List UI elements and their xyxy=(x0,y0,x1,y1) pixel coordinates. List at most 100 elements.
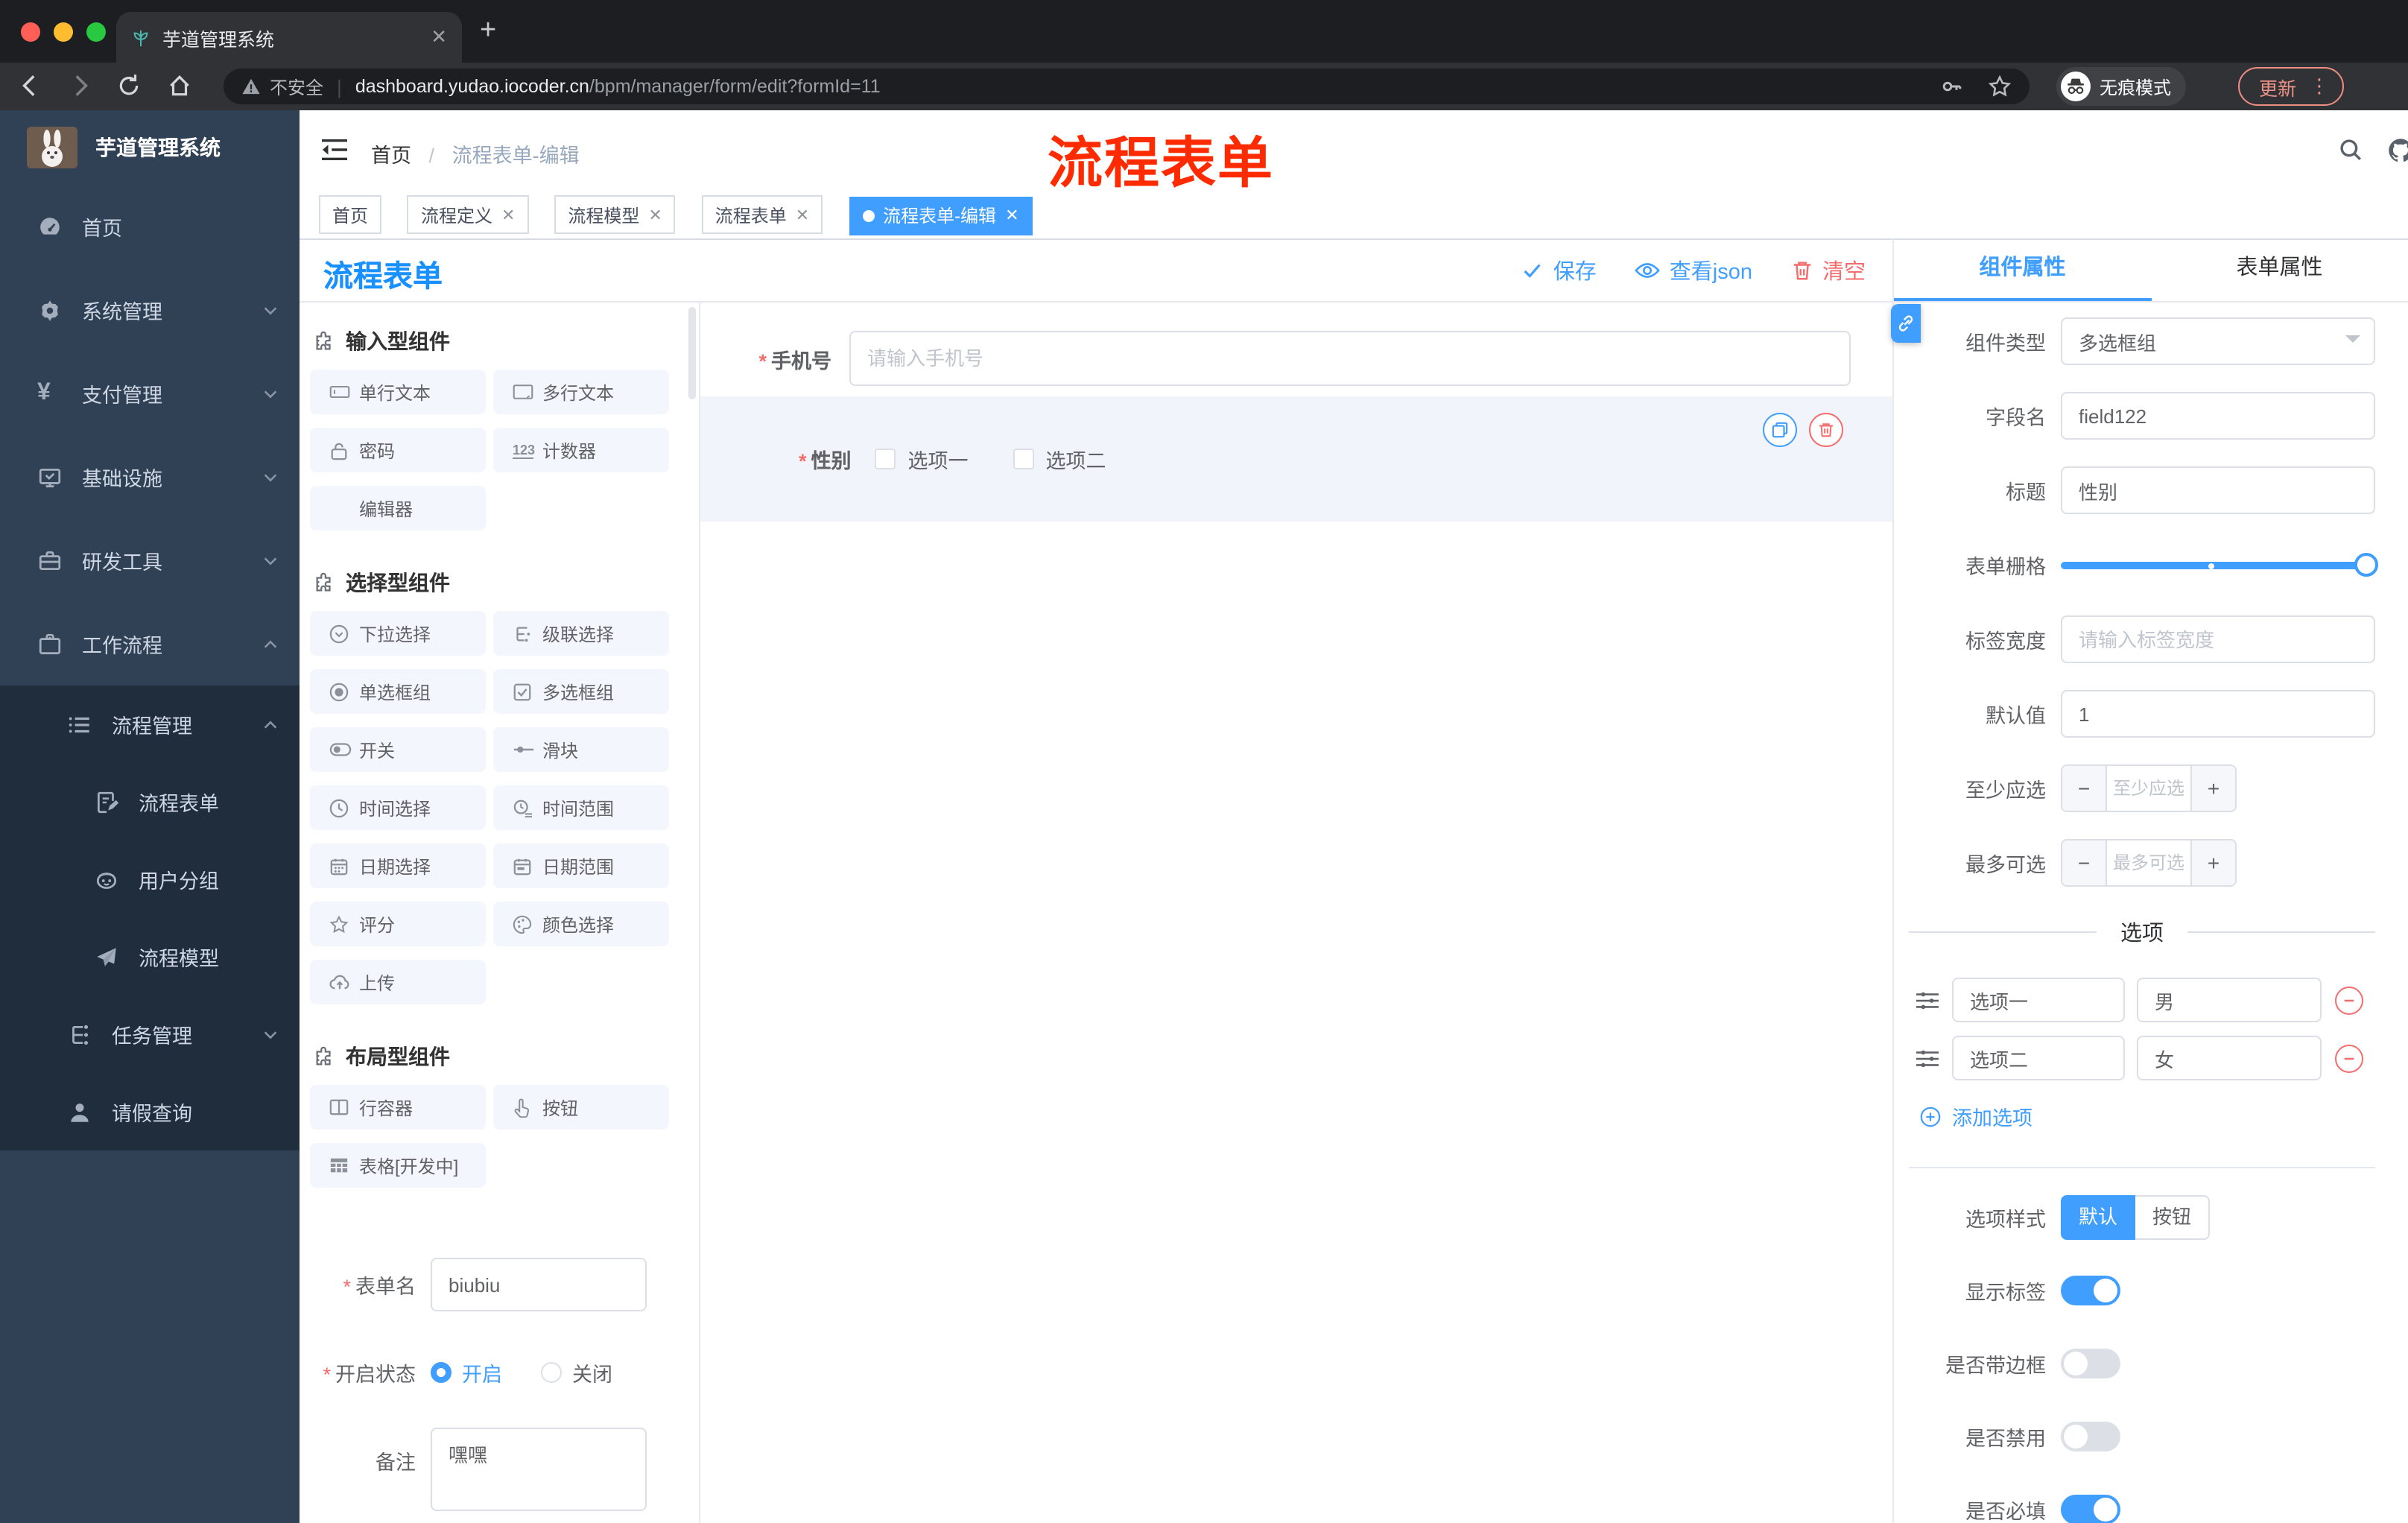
sidebar-item-process-mgmt[interactable]: 流程管理 xyxy=(0,685,300,763)
add-option-button[interactable]: 添加选项 xyxy=(1919,1101,2408,1131)
home-icon[interactable] xyxy=(167,73,192,98)
sidebar-item-workflow[interactable]: 工作流程 xyxy=(0,602,300,685)
option-label-input[interactable] xyxy=(1952,1036,2125,1080)
status-radio-on[interactable]: 开启 xyxy=(431,1358,502,1387)
palette-item-slider[interactable]: 滑块 xyxy=(493,727,669,772)
component-type-value[interactable] xyxy=(2061,317,2375,365)
gender-option-2[interactable]: 选项二 xyxy=(1013,444,1106,474)
required-toggle[interactable] xyxy=(2061,1495,2120,1523)
browser-tab[interactable]: 芋道管理系统 ✕ xyxy=(116,12,462,63)
palette-item-text-input[interactable]: 单行文本 xyxy=(310,370,486,414)
sidebar-item-system[interactable]: 系统管理 xyxy=(0,268,300,352)
minimize-window-button[interactable] xyxy=(54,22,73,42)
increment-button[interactable]: + xyxy=(2190,766,2235,811)
sidebar-item-home[interactable]: 首页 xyxy=(0,185,300,268)
palette-item-textarea[interactable]: 多行文本 xyxy=(493,370,669,414)
palette-item-date-picker[interactable]: 日期选择 xyxy=(310,843,486,888)
default-value-input[interactable] xyxy=(2061,690,2375,738)
sidebar-item-infra[interactable]: 基础设施 xyxy=(0,435,300,519)
palette-item-color-picker[interactable]: 颜色选择 xyxy=(493,902,669,946)
remove-option-button[interactable] xyxy=(2335,1044,2363,1072)
tab-close-icon[interactable]: ✕ xyxy=(796,205,809,224)
update-button[interactable]: 更新 ⋮ xyxy=(2238,67,2345,106)
collapse-sidebar-icon[interactable] xyxy=(320,137,349,162)
title-input[interactable] xyxy=(2061,466,2375,514)
delete-component-button[interactable] xyxy=(1809,413,1843,447)
palette-item-password[interactable]: 密码 xyxy=(310,428,486,472)
status-radio-off[interactable]: 关闭 xyxy=(541,1358,612,1387)
sidebar-item-user-group[interactable]: 用户分组 xyxy=(0,840,300,918)
maximize-window-button[interactable] xyxy=(86,22,106,42)
password-key-icon[interactable] xyxy=(1940,75,1964,98)
palette-item-checkbox-group[interactable]: 多选框组 xyxy=(493,669,669,714)
sidebar-item-process-model[interactable]: 流程模型 xyxy=(0,918,300,995)
browser-menu-icon[interactable]: ⋮ xyxy=(2310,75,2329,98)
page-tab-process-form[interactable]: 流程表单 ✕ xyxy=(701,195,823,234)
sidebar-item-process-form[interactable]: 流程表单 xyxy=(0,763,300,840)
palette-item-rate[interactable]: 评分 xyxy=(310,902,486,946)
palette-item-time-picker[interactable]: 时间选择 xyxy=(310,785,486,830)
sidebar-logo[interactable]: 芋道管理系统 xyxy=(0,110,300,185)
sidebar-item-leave-query[interactable]: 请假查询 xyxy=(0,1073,300,1150)
sidebar-item-devtools[interactable]: 研发工具 xyxy=(0,519,300,602)
tab-close-icon[interactable]: ✕ xyxy=(648,205,662,224)
remove-option-button[interactable] xyxy=(2335,986,2363,1014)
form-remark-textarea[interactable]: 嘿嘿 xyxy=(431,1428,647,1511)
style-button-button[interactable]: 按钮 xyxy=(2135,1195,2210,1240)
address-bar[interactable]: 不安全 | dashboard.yudao.iocoder.cn/bpm/man… xyxy=(224,69,2030,104)
drag-handle-icon[interactable] xyxy=(1915,989,1942,1011)
palette-item-counter[interactable]: 123 计数器 xyxy=(493,428,669,472)
page-tab-process-model[interactable]: 流程模型 ✕ xyxy=(554,195,676,234)
view-json-button[interactable]: 查看json xyxy=(1635,255,1752,286)
palette-item-time-range[interactable]: 时间范围 xyxy=(493,785,669,830)
field-name-input[interactable] xyxy=(2061,392,2375,440)
palette-item-date-range[interactable]: 日期范围 xyxy=(493,843,669,888)
increment-button[interactable]: + xyxy=(2190,840,2235,885)
back-icon[interactable] xyxy=(18,73,43,98)
reload-icon[interactable] xyxy=(116,73,142,98)
page-tab-process-form-edit[interactable]: 流程表单-编辑 ✕ xyxy=(849,196,1033,235)
security-label[interactable]: 不安全 xyxy=(270,74,323,99)
copy-component-button[interactable] xyxy=(1763,413,1797,447)
selected-component-gender[interactable]: * 性别 选项一 选项二 xyxy=(700,396,1892,522)
github-icon[interactable] xyxy=(2387,137,2408,164)
border-toggle[interactable] xyxy=(2061,1349,2120,1378)
phone-field-input[interactable] xyxy=(849,331,1851,386)
decrement-button[interactable]: − xyxy=(2062,766,2107,811)
style-default-button[interactable]: 默认 xyxy=(2061,1195,2135,1240)
palette-item-switch[interactable]: 开关 xyxy=(310,727,486,772)
tab-close-icon[interactable]: ✕ xyxy=(1005,206,1018,225)
search-icon[interactable] xyxy=(2338,137,2363,162)
page-tab-home[interactable]: 首页 xyxy=(319,195,382,234)
sidebar-item-task-mgmt[interactable]: 任务管理 xyxy=(0,995,300,1073)
tab-form-props[interactable]: 表单属性 xyxy=(2151,238,2408,301)
palette-item-select[interactable]: 下拉选择 xyxy=(310,611,486,656)
palette-scrollbar[interactable] xyxy=(688,307,696,399)
min-select-input[interactable] xyxy=(2107,766,2190,811)
show-label-toggle[interactable] xyxy=(2061,1276,2120,1305)
palette-item-editor[interactable]: 编辑器 xyxy=(310,486,486,531)
palette-item-upload[interactable]: 上传 xyxy=(310,960,486,1004)
decrement-button[interactable]: − xyxy=(2062,840,2107,885)
max-select-input[interactable] xyxy=(2107,840,2190,885)
form-name-input[interactable] xyxy=(431,1258,647,1311)
breadcrumb-home[interactable]: 首页 xyxy=(371,145,411,167)
bookmark-star-icon[interactable] xyxy=(1988,75,2012,98)
slider-track[interactable] xyxy=(2061,562,2375,569)
forward-icon[interactable] xyxy=(67,73,92,98)
palette-item-row-container[interactable]: 行容器 xyxy=(310,1085,486,1130)
phone-field-row[interactable]: * 手机号 xyxy=(700,331,1892,386)
page-tab-process-definition[interactable]: 流程定义 ✕ xyxy=(407,195,529,234)
palette-item-button[interactable]: 按钮 xyxy=(493,1085,669,1130)
new-tab-button[interactable]: + xyxy=(480,15,496,48)
palette-item-table[interactable]: 表格[开发中] xyxy=(310,1143,486,1188)
clear-button[interactable]: 清空 xyxy=(1791,255,1866,286)
sidebar-item-payment[interactable]: ¥ 支付管理 xyxy=(0,352,300,435)
label-width-input[interactable] xyxy=(2061,615,2375,663)
tab-component-props[interactable]: 组件属性 xyxy=(1894,238,2151,301)
form-grid-slider[interactable] xyxy=(2061,541,2378,589)
option-value-input[interactable] xyxy=(2137,978,2322,1022)
disabled-toggle[interactable] xyxy=(2061,1422,2120,1451)
component-type-select[interactable] xyxy=(2061,317,2375,365)
tab-close-icon[interactable]: ✕ xyxy=(431,25,447,49)
